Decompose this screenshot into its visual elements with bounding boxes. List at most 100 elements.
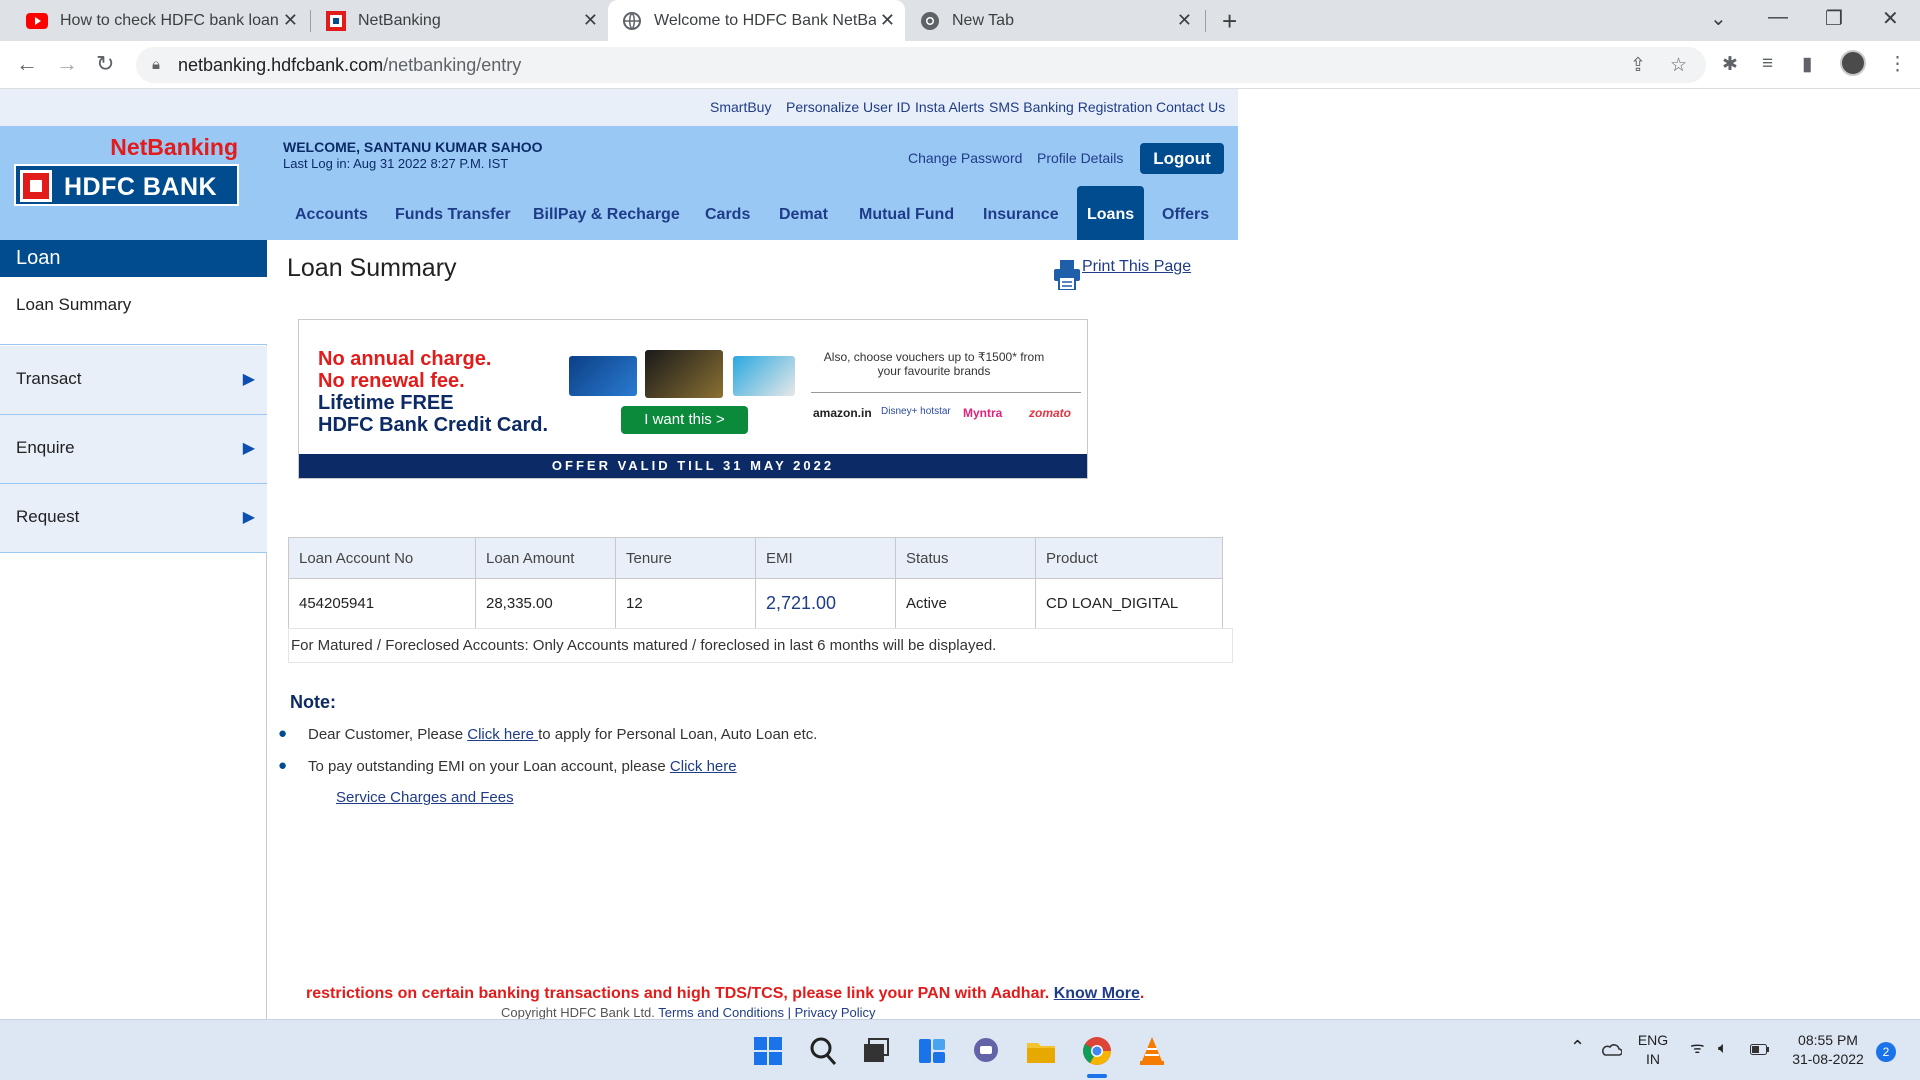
change-password-link[interactable]: Change Password: [908, 150, 1022, 166]
loan-product: CD LOAN_DIGITAL: [1035, 578, 1223, 629]
browser-tab-active[interactable]: Welcome to HDFC Bank NetBank ✕: [608, 0, 905, 41]
pan-aadhar-ticker: restrictions on certain banking transact…: [306, 985, 1145, 1002]
main-nav: Accounts Funds Transfer BillPay & Rechar…: [0, 186, 1238, 240]
loan-status: Active: [895, 578, 1036, 629]
volume-icon[interactable]: 🔈︎: [1718, 1039, 1728, 1058]
sidebar-heading: Loan: [0, 240, 267, 277]
profile-details-link[interactable]: Profile Details: [1037, 150, 1123, 166]
i-want-this-button[interactable]: I want this >: [621, 406, 748, 434]
nav-cards[interactable]: Cards: [705, 206, 750, 224]
teams-chat-icon[interactable]: [970, 1035, 1002, 1067]
nav-accounts[interactable]: Accounts: [295, 206, 368, 224]
onedrive-icon[interactable]: [1600, 1042, 1622, 1056]
apply-loan-link[interactable]: Click here: [467, 726, 538, 743]
know-more-link[interactable]: Know More: [1054, 985, 1140, 1002]
battery-icon[interactable]: [1750, 1044, 1770, 1055]
credit-card-image: [733, 356, 795, 396]
welcome-text: WELCOME, SANTANU KUMAR SAHOO: [283, 139, 543, 155]
tab-title: Welcome to HDFC Bank NetBank: [654, 11, 876, 29]
back-icon[interactable]: ←: [16, 51, 38, 77]
bookmark-star-icon[interactable]: ☆: [1670, 54, 1687, 77]
windows-start-icon[interactable]: [752, 1035, 784, 1067]
address-bar[interactable]: 🔒︎ netbanking.hdfcbank.com/netbanking/en…: [136, 47, 1706, 83]
widgets-icon[interactable]: [916, 1035, 948, 1067]
amazon-logo: amazon.in: [813, 406, 872, 420]
nav-demat[interactable]: Demat: [779, 206, 828, 224]
forward-icon[interactable]: →: [56, 51, 78, 77]
nav-billpay-recharge[interactable]: BillPay & Recharge: [533, 206, 680, 224]
expand-arrow-icon: ▶: [242, 371, 255, 388]
nav-offers[interactable]: Offers: [1162, 206, 1209, 224]
url-text[interactable]: netbanking.hdfcbank.com/netbanking/entry: [178, 55, 521, 76]
expand-arrow-icon: ▶: [242, 440, 255, 457]
profile-avatar[interactable]: [1840, 50, 1866, 76]
print-page-link[interactable]: Print This Page: [1082, 258, 1191, 276]
browser-tab[interactable]: How to check HDFC bank loan ac ✕: [12, 0, 308, 41]
media-control-icon[interactable]: ≡: [1762, 53, 1773, 75]
minimize-button[interactable]: —: [1768, 6, 1788, 29]
close-tab-icon[interactable]: ✕: [283, 10, 298, 31]
task-view-icon[interactable]: [860, 1035, 892, 1067]
insta-alerts-link[interactable]: Insta Alerts: [915, 99, 984, 115]
browser-tab[interactable]: NetBanking ✕: [312, 0, 608, 41]
nav-insurance[interactable]: Insurance: [983, 206, 1059, 224]
sidebar-item-request[interactable]: Request ▶: [0, 484, 267, 553]
share-icon[interactable]: ⇪: [1630, 54, 1646, 77]
nav-funds-transfer[interactable]: Funds Transfer: [395, 206, 511, 224]
service-charges-link[interactable]: Service Charges and Fees: [336, 789, 514, 806]
browser-toolbar: ← → ↻ 🔒︎ netbanking.hdfcbank.com/netbank…: [0, 41, 1920, 89]
windows-taskbar: ⌃ ENG IN ᯤ 🔈︎ 08:55 PM 31-08-2022 2: [0, 1019, 1920, 1080]
tab-title: New Tab: [952, 11, 1014, 29]
printer-icon[interactable]: [1054, 260, 1080, 290]
note-item: ● Dear Customer, Please Click here to ap…: [278, 725, 818, 743]
language-indicator[interactable]: ENG IN: [1636, 1031, 1670, 1069]
nav-loans[interactable]: Loans: [1077, 186, 1145, 240]
nav-mutual-fund[interactable]: Mutual Fund: [859, 206, 954, 224]
top-utility-links: SmartBuy Personalize User ID Insta Alert…: [0, 89, 1238, 126]
sms-banking-link[interactable]: SMS Banking Registration: [989, 99, 1152, 115]
close-tab-icon[interactable]: ✕: [1177, 10, 1192, 31]
browser-tab[interactable]: New Tab ✕: [906, 0, 1202, 41]
smartbuy-link[interactable]: SmartBuy: [710, 99, 771, 115]
close-window-button[interactable]: ✕: [1882, 6, 1899, 31]
globe-icon: [623, 11, 641, 30]
column-header: Status: [895, 537, 1036, 579]
wifi-icon[interactable]: ᯤ: [1690, 1039, 1705, 1058]
expand-arrow-icon: ▶: [242, 509, 255, 526]
loan-summary-table: Loan Account No Loan Amount Tenure EMI S…: [288, 537, 1223, 629]
show-hidden-icons-icon[interactable]: ⌃: [1570, 1038, 1585, 1057]
notification-badge[interactable]: 2: [1876, 1042, 1896, 1062]
search-icon[interactable]: [807, 1035, 839, 1067]
extensions-icon[interactable]: ✱: [1722, 53, 1738, 76]
loan-account-number[interactable]: 454205941: [288, 578, 476, 629]
page-title: Loan Summary: [287, 254, 457, 282]
voucher-text: Also, choose vouchers up to ₹1500* from …: [823, 350, 1045, 378]
credit-card-image: [645, 350, 723, 398]
table-header-row: Loan Account No Loan Amount Tenure EMI S…: [288, 537, 1223, 579]
file-explorer-icon[interactable]: [1025, 1035, 1057, 1067]
sidebar-item-transact[interactable]: Transact ▶: [0, 346, 267, 415]
chrome-taskbar-icon[interactable]: [1081, 1035, 1113, 1067]
sidebar-item-loan-summary[interactable]: Loan Summary: [0, 277, 267, 345]
close-tab-icon[interactable]: ✕: [880, 10, 895, 31]
last-login-text: Last Log in: Aug 31 2022 8:27 P.M. IST: [283, 156, 509, 171]
youtube-icon: [26, 12, 48, 29]
restore-button[interactable]: ❐: [1825, 6, 1843, 31]
menu-icon[interactable]: ⋮: [1888, 53, 1907, 76]
note-heading: Note:: [290, 692, 336, 712]
logout-button[interactable]: Logout: [1140, 143, 1224, 174]
personalize-user-id-link[interactable]: Personalize User ID: [786, 99, 911, 115]
sidebar-item-enquire[interactable]: Enquire ▶: [0, 415, 267, 484]
new-tab-button[interactable]: +: [1222, 6, 1237, 37]
credit-card-offer-banner[interactable]: No annual charge. No renewal fee. Lifetim…: [298, 319, 1088, 611]
side-panel-icon[interactable]: ▮: [1802, 53, 1812, 76]
pay-emi-link[interactable]: Click here: [670, 758, 737, 775]
reload-icon[interactable]: ↻: [96, 51, 114, 77]
vlc-icon[interactable]: [1136, 1035, 1168, 1067]
tab-search-icon[interactable]: ⌄: [1710, 6, 1727, 31]
close-tab-icon[interactable]: ✕: [583, 10, 598, 31]
terms-privacy-links[interactable]: Terms and Conditions | Privacy Policy: [658, 1005, 875, 1019]
clock[interactable]: 08:55 PM 31-08-2022: [1786, 1031, 1870, 1069]
contact-us-link[interactable]: Contact Us: [1156, 99, 1225, 115]
lock-icon: 🔒︎: [152, 56, 160, 73]
